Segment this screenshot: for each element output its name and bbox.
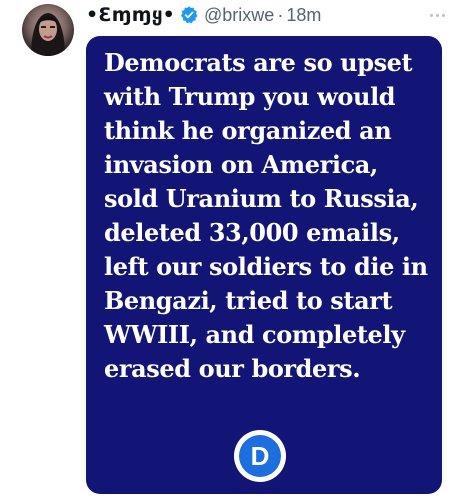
image-text: Democrats are so upset with Trump you wo… bbox=[104, 48, 428, 383]
avatar-portrait-icon bbox=[31, 13, 65, 56]
separator-dot: · bbox=[277, 4, 284, 25]
timestamp[interactable]: 18m bbox=[286, 5, 321, 26]
democratic-party-logo-icon: D bbox=[234, 430, 286, 482]
user-handle[interactable]: @brixwe bbox=[204, 5, 274, 26]
more-options-icon[interactable] bbox=[430, 13, 449, 17]
tweet-header: •Ɛɱɱყ• @brixwe · 18m bbox=[86, 2, 449, 28]
tweet[interactable]: •Ɛɱɱყ• @brixwe · 18m Democrats are so up… bbox=[0, 0, 463, 500]
display-name[interactable]: •Ɛɱɱყ• bbox=[86, 4, 175, 26]
avatar[interactable] bbox=[22, 4, 74, 56]
tweet-image[interactable]: Democrats are so upset with Trump you wo… bbox=[86, 36, 442, 494]
logo-letter: D bbox=[251, 441, 270, 471]
verified-badge-icon bbox=[180, 6, 198, 24]
